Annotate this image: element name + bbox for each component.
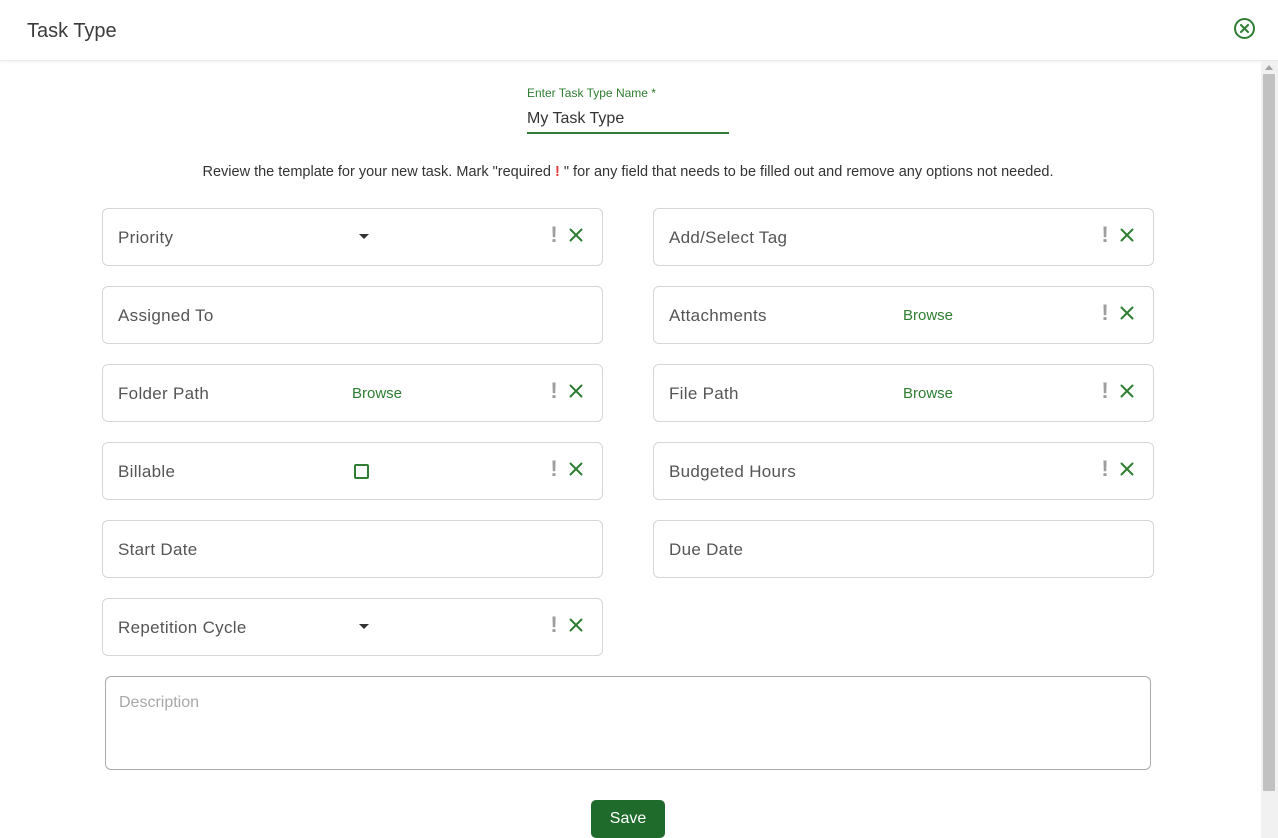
folder-path-field: Folder Path Browse ! xyxy=(102,364,603,422)
vertical-scrollbar[interactable] xyxy=(1261,61,1278,838)
folder-path-remove-x-icon[interactable] xyxy=(569,384,583,398)
repetition-cycle-required-toggle[interactable]: ! xyxy=(549,614,559,636)
budgeted-hours-label: Budgeted Hours xyxy=(669,462,797,481)
close-modal-button[interactable] xyxy=(1234,18,1255,39)
repetition-cycle-label: Repetition Cycle xyxy=(118,618,247,637)
task-type-name-field: Enter Task Type Name * xyxy=(527,86,729,134)
instructions-text-before: Review the template for your new task. M… xyxy=(202,164,555,180)
due-date-label: Due Date xyxy=(669,540,744,559)
billable-label: Billable xyxy=(118,462,176,481)
start-date-label: Start Date xyxy=(118,540,198,559)
file-path-required-toggle[interactable]: ! xyxy=(1100,380,1110,402)
scroll-up-arrow-icon[interactable] xyxy=(1265,65,1273,70)
file-path-remove-x-icon[interactable] xyxy=(1120,384,1134,398)
start-date-field[interactable]: Start Date xyxy=(102,520,603,578)
add-select-tag-remove-x-icon[interactable] xyxy=(1120,228,1134,242)
priority-required-toggle[interactable]: ! xyxy=(549,224,559,246)
billable-remove-x-icon[interactable] xyxy=(569,462,583,476)
save-button[interactable]: Save xyxy=(591,800,665,838)
scrollbar-thumb[interactable] xyxy=(1263,74,1275,791)
file-path-field: File Path Browse ! xyxy=(653,364,1154,422)
attachments-field: Attachments Browse ! xyxy=(653,286,1154,344)
template-instructions: Review the template for your new task. M… xyxy=(0,164,1256,180)
budgeted-hours-field[interactable]: Budgeted Hours ! xyxy=(653,442,1154,500)
task-type-name-input[interactable] xyxy=(527,107,727,131)
assigned-to-field[interactable]: Assigned To xyxy=(102,286,603,344)
modal-title: Task Type xyxy=(27,20,117,42)
folder-path-required-toggle[interactable]: ! xyxy=(549,380,559,402)
add-select-tag-field[interactable]: Add/Select Tag ! xyxy=(653,208,1154,266)
budgeted-hours-remove-x-icon[interactable] xyxy=(1120,462,1134,476)
priority-label: Priority xyxy=(118,228,174,247)
file-path-label: File Path xyxy=(669,384,739,403)
modal-header: Task Type xyxy=(0,0,1278,61)
close-circle-icon xyxy=(1240,24,1249,33)
caret-down-icon[interactable] xyxy=(359,234,369,239)
attachments-browse-link[interactable]: Browse xyxy=(903,307,953,324)
attachments-label: Attachments xyxy=(669,306,767,325)
billable-checkbox[interactable] xyxy=(354,464,369,479)
file-path-browse-link[interactable]: Browse xyxy=(903,385,953,402)
due-date-field[interactable]: Due Date xyxy=(653,520,1154,578)
attachments-remove-x-icon[interactable] xyxy=(1120,306,1134,320)
billable-field: Billable ! xyxy=(102,442,603,500)
assigned-to-label: Assigned To xyxy=(118,306,214,325)
description-textarea[interactable] xyxy=(105,676,1151,770)
priority-remove-x-icon[interactable] xyxy=(569,228,583,242)
attachments-required-toggle[interactable]: ! xyxy=(1100,302,1110,324)
priority-field[interactable]: Priority ! xyxy=(102,208,603,266)
add-select-tag-label: Add/Select Tag xyxy=(669,228,788,247)
budgeted-hours-required-toggle[interactable]: ! xyxy=(1100,458,1110,480)
folder-path-label: Folder Path xyxy=(118,384,210,403)
repetition-cycle-remove-x-icon[interactable] xyxy=(569,618,583,632)
caret-down-icon[interactable] xyxy=(359,624,369,629)
instructions-text-after: " for any field that needs to be filled … xyxy=(559,164,1054,180)
billable-required-toggle[interactable]: ! xyxy=(549,458,559,480)
task-type-name-label: Enter Task Type Name * xyxy=(527,86,656,100)
add-select-tag-required-toggle[interactable]: ! xyxy=(1100,224,1110,246)
repetition-cycle-field[interactable]: Repetition Cycle ! xyxy=(102,598,603,656)
folder-path-browse-link[interactable]: Browse xyxy=(352,385,402,402)
